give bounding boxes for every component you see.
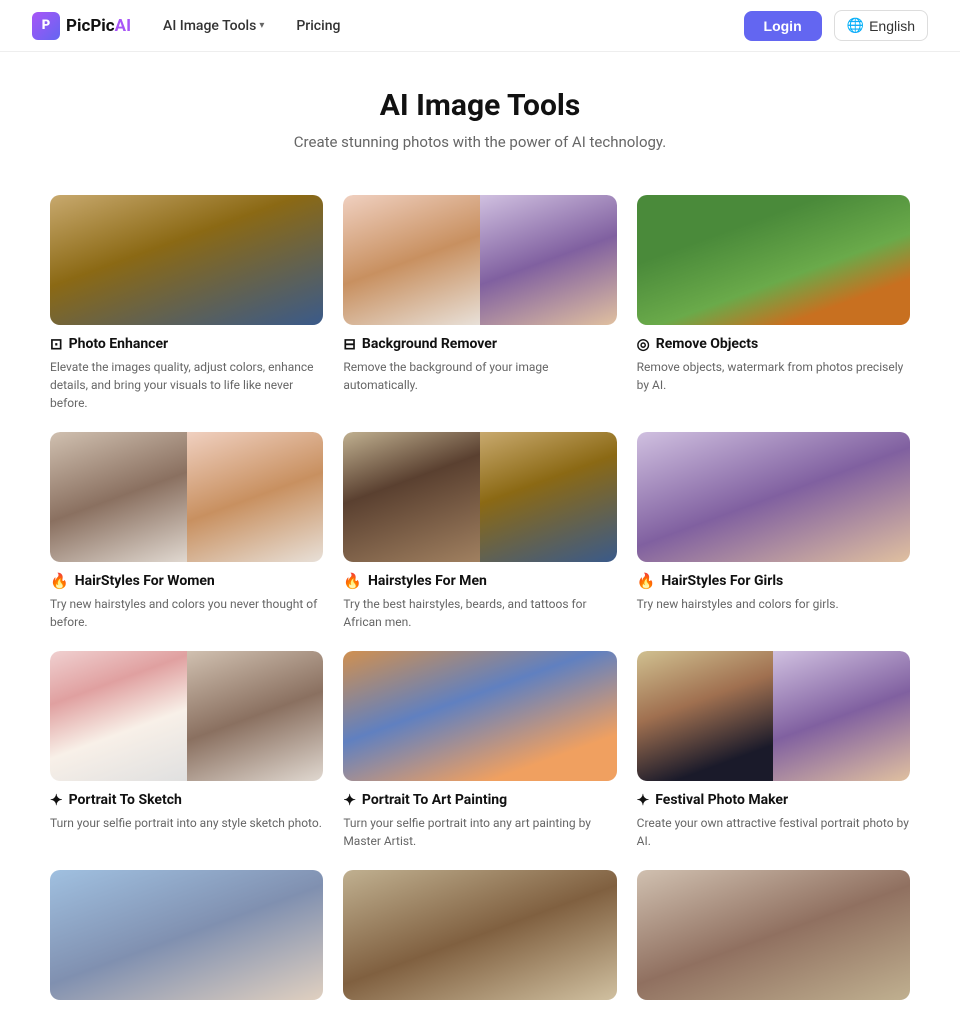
tool-title-text-portrait-sketch: Portrait To Sketch <box>69 792 182 808</box>
tool-thumb-background-remover <box>343 195 616 325</box>
tool-thumb-left-hairstyles-women <box>50 432 187 562</box>
tool-icon-hairstyles-girls: 🔥 <box>637 572 656 590</box>
tool-title-remove-objects: ◎ Remove Objects <box>637 335 910 353</box>
tool-card-festival-photo[interactable]: ✦ Festival Photo Maker Create your own att… <box>637 651 910 850</box>
tool-title-portrait-art: ✦ Portrait To Art Painting <box>343 791 616 809</box>
language-selector[interactable]: 🌐 English <box>834 10 928 41</box>
tool-card-background-remover[interactable]: ⊟ Background Remover Remove the background… <box>343 195 616 412</box>
tool-icon-hairstyles-women: 🔥 <box>50 572 69 590</box>
tool-thumb-bottom2 <box>343 870 616 1000</box>
tool-title-text-hairstyles-girls: HairStyles For Girls <box>661 573 783 589</box>
tool-desc-festival-photo: Create your own attractive festival port… <box>637 814 910 850</box>
tool-thumb-right-portrait-sketch <box>187 651 324 781</box>
nav-pricing-label: Pricing <box>296 18 340 34</box>
tool-icon-portrait-sketch: ✦ <box>50 791 63 809</box>
tool-thumb-hairstyles-girls <box>637 432 910 562</box>
tool-card-hairstyles-women[interactable]: 🔥 HairStyles For Women Try new hairstyles … <box>50 432 323 631</box>
tool-card-bottom3[interactable] <box>637 870 910 1010</box>
tool-thumb-left-portrait-sketch <box>50 651 187 781</box>
tool-desc-hairstyles-women: Try new hairstyles and colors you never … <box>50 595 323 631</box>
nav-tools-label: AI Image Tools <box>163 18 256 34</box>
lang-label: English <box>869 18 915 34</box>
tool-card-bottom1[interactable] <box>50 870 323 1010</box>
tool-thumb-bottom1 <box>50 870 323 1000</box>
tool-desc-portrait-sketch: Turn your selfie portrait into any style… <box>50 814 323 832</box>
tool-title-photo-enhancer: ⊡ Photo Enhancer <box>50 335 323 353</box>
tool-thumb-left-hairstyles-men <box>343 432 480 562</box>
login-button[interactable]: Login <box>744 11 822 41</box>
tool-desc-background-remover: Remove the background of your image auto… <box>343 358 616 394</box>
tool-thumb-left-festival-photo <box>637 651 774 781</box>
tool-thumb-remove-objects <box>637 195 910 325</box>
tool-title-text-festival-photo: Festival Photo Maker <box>655 792 788 808</box>
navbar: P PicPicAI AI Image Tools ▾ Pricing Logi… <box>0 0 960 52</box>
tool-thumb-portrait-art <box>343 651 616 781</box>
logo-ai: AI <box>115 16 131 36</box>
tool-title-hairstyles-girls: 🔥 HairStyles For Girls <box>637 572 910 590</box>
tool-icon-portrait-art: ✦ <box>343 791 356 809</box>
tool-title-text-portrait-art: Portrait To Art Painting <box>362 792 507 808</box>
tool-title-background-remover: ⊟ Background Remover <box>343 335 616 353</box>
globe-icon: 🌐 <box>847 17 864 34</box>
chevron-down-icon: ▾ <box>259 20 264 31</box>
tool-title-text-photo-enhancer: Photo Enhancer <box>69 336 169 352</box>
tool-thumb-portrait-sketch <box>50 651 323 781</box>
tool-icon-festival-photo: ✦ <box>637 791 650 809</box>
nav-right: Login 🌐 English <box>744 10 928 41</box>
hero-subtitle: Create stunning photos with the power of… <box>20 133 940 151</box>
tool-title-text-background-remover: Background Remover <box>362 336 497 352</box>
tool-title-festival-photo: ✦ Festival Photo Maker <box>637 791 910 809</box>
tool-icon-background-remover: ⊟ <box>343 335 356 353</box>
tool-title-text-hairstyles-men: Hairstyles For Men <box>368 573 487 589</box>
tool-title-portrait-sketch: ✦ Portrait To Sketch <box>50 791 323 809</box>
tool-thumb-right-hairstyles-women <box>187 432 324 562</box>
tool-desc-hairstyles-men: Try the best hairstyles, beards, and tat… <box>343 595 616 631</box>
tool-thumb-photo-enhancer <box>50 195 323 325</box>
nav-tools-link[interactable]: AI Image Tools ▾ <box>163 18 264 34</box>
tool-desc-portrait-art: Turn your selfie portrait into any art p… <box>343 814 616 850</box>
tool-thumb-festival-photo <box>637 651 910 781</box>
tool-thumb-right-festival-photo <box>773 651 910 781</box>
logo[interactable]: P PicPicAI <box>32 12 131 40</box>
tool-desc-remove-objects: Remove objects, watermark from photos pr… <box>637 358 910 394</box>
tool-icon-remove-objects: ◎ <box>637 335 650 353</box>
tool-thumb-hairstyles-men <box>343 432 616 562</box>
tool-card-bottom2[interactable] <box>343 870 616 1010</box>
logo-text: PicPicAI <box>66 16 131 36</box>
tool-card-remove-objects[interactable]: ◎ Remove Objects Remove objects, watermark… <box>637 195 910 412</box>
tool-card-hairstyles-men[interactable]: 🔥 Hairstyles For Men Try the best hairstyl… <box>343 432 616 631</box>
hero-title: AI Image Tools <box>20 88 940 123</box>
tool-title-hairstyles-men: 🔥 Hairstyles For Men <box>343 572 616 590</box>
tool-card-portrait-art[interactable]: ✦ Portrait To Art Painting Turn your selfi… <box>343 651 616 850</box>
tools-grid: ⊡ Photo Enhancer Elevate the images qualit… <box>30 195 930 1030</box>
tool-icon-photo-enhancer: ⊡ <box>50 335 63 353</box>
tool-title-text-hairstyles-women: HairStyles For Women <box>75 573 215 589</box>
tool-card-photo-enhancer[interactable]: ⊡ Photo Enhancer Elevate the images qualit… <box>50 195 323 412</box>
logo-icon: P <box>32 12 60 40</box>
tool-thumb-bottom3 <box>637 870 910 1000</box>
tool-title-hairstyles-women: 🔥 HairStyles For Women <box>50 572 323 590</box>
tool-card-portrait-sketch[interactable]: ✦ Portrait To Sketch Turn your selfie port… <box>50 651 323 850</box>
tool-icon-hairstyles-men: 🔥 <box>343 572 362 590</box>
tool-card-hairstyles-girls[interactable]: 🔥 HairStyles For Girls Try new hairstyles … <box>637 432 910 631</box>
tool-thumb-hairstyles-women <box>50 432 323 562</box>
tool-title-text-remove-objects: Remove Objects <box>656 336 758 352</box>
tool-thumb-right-background-remover <box>480 195 617 325</box>
hero-section: AI Image Tools Create stunning photos wi… <box>0 52 960 171</box>
tool-thumb-right-hairstyles-men <box>480 432 617 562</box>
tool-thumb-left-background-remover <box>343 195 480 325</box>
nav-left: P PicPicAI AI Image Tools ▾ Pricing <box>32 12 340 40</box>
nav-pricing-link[interactable]: Pricing <box>296 18 340 34</box>
tool-desc-photo-enhancer: Elevate the images quality, adjust color… <box>50 358 323 412</box>
tool-desc-hairstyles-girls: Try new hairstyles and colors for girls. <box>637 595 910 613</box>
